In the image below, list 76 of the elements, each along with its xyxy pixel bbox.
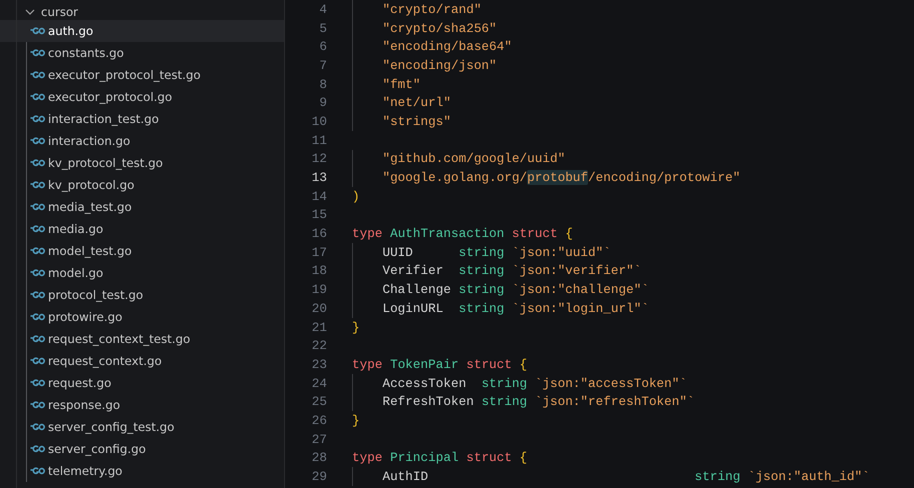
line-number: 29 <box>310 469 327 484</box>
line-number: 16 <box>310 226 327 242</box>
go-file-icon <box>30 225 45 233</box>
line-number: 5 <box>318 20 327 36</box>
line-number: 14 <box>310 188 327 204</box>
go-file-icon <box>30 291 45 299</box>
file-item[interactable]: protocol_test.go <box>0 284 284 306</box>
code-line: } <box>352 412 360 430</box>
go-file-icon <box>30 203 45 211</box>
file-item[interactable]: server_config.go <box>0 438 284 460</box>
go-file-icon <box>30 93 45 101</box>
file-item[interactable]: media.go <box>0 218 284 240</box>
line-number: 11 <box>310 132 327 148</box>
file-item[interactable]: constants.go <box>0 42 284 64</box>
file-item[interactable]: interaction.go <box>0 130 284 152</box>
file-item[interactable]: model.go <box>0 262 284 284</box>
go-file-icon <box>30 269 45 277</box>
code-line: type AuthTransaction struct { <box>352 225 573 243</box>
file-item[interactable]: executor_protocol_test.go <box>0 64 284 86</box>
file-item[interactable]: response.go <box>0 394 284 416</box>
code-line: type TokenPair struct { <box>352 356 528 374</box>
line-number: 21 <box>310 320 327 335</box>
go-file-icon <box>30 423 45 431</box>
go-file-icon <box>30 401 45 409</box>
line-number: 28 <box>310 450 327 466</box>
go-file-icon <box>30 27 45 35</box>
code-line: type Principal struct { <box>352 449 528 468</box>
file-item[interactable]: request.go <box>0 372 284 394</box>
go-file-icon <box>30 71 45 79</box>
line-number: 8 <box>318 76 327 92</box>
go-file-icon <box>30 357 45 365</box>
go-file-icon <box>30 137 45 145</box>
file-item[interactable]: server_config_test.go <box>0 416 284 438</box>
line-number: 22 <box>310 338 327 354</box>
go-file-icon <box>30 379 45 387</box>
file-item[interactable]: request_context.go <box>0 350 284 372</box>
line-number: 23 <box>310 356 327 372</box>
line-number: 20 <box>310 300 327 316</box>
line-number: 27 <box>310 432 327 447</box>
line-number: 10 <box>310 114 327 129</box>
line-number: 13 <box>310 170 327 186</box>
file-item[interactable]: executor_protocol.go <box>0 86 284 108</box>
file-item[interactable]: kv_protocol.go <box>0 174 284 196</box>
line-number: 17 <box>310 244 327 260</box>
file-item[interactable]: protowire.go <box>0 306 284 328</box>
go-file-icon <box>30 181 45 189</box>
file-item[interactable]: media_test.go <box>0 196 284 218</box>
go-file-icon <box>30 49 45 57</box>
file-item[interactable]: request_context_test.go <box>0 328 284 350</box>
go-file-icon <box>30 335 45 343</box>
line-number: 9 <box>318 95 327 110</box>
line-number: 24 <box>310 376 327 391</box>
code-line: ) <box>352 188 360 206</box>
line-number: 6 <box>318 39 327 54</box>
folder-name[interactable]: cursor <box>41 4 78 18</box>
line-number: 12 <box>310 151 327 166</box>
line-number: 15 <box>310 207 327 222</box>
file-item[interactable]: kv_protocol_test.go <box>0 152 284 174</box>
go-file-icon <box>30 445 45 453</box>
line-number: 26 <box>310 412 327 428</box>
go-file-icon <box>30 115 45 123</box>
file-item[interactable]: auth.go <box>0 20 284 42</box>
line-number: 19 <box>310 282 327 298</box>
go-file-icon <box>30 313 45 321</box>
line-number: 7 <box>318 58 327 73</box>
go-file-icon <box>30 247 45 255</box>
file-item[interactable]: telemetry.go <box>0 460 284 482</box>
go-file-icon <box>30 467 45 475</box>
code-line: } <box>352 318 360 336</box>
line-number: 18 <box>310 263 327 278</box>
line-number: 25 <box>310 394 327 410</box>
chevron-icon[interactable] <box>25 6 35 16</box>
go-file-icon <box>30 159 45 167</box>
file-item[interactable]: interaction_test.go <box>0 108 284 130</box>
file-item[interactable]: model_test.go <box>0 240 284 262</box>
line-number: 4 <box>318 2 327 17</box>
